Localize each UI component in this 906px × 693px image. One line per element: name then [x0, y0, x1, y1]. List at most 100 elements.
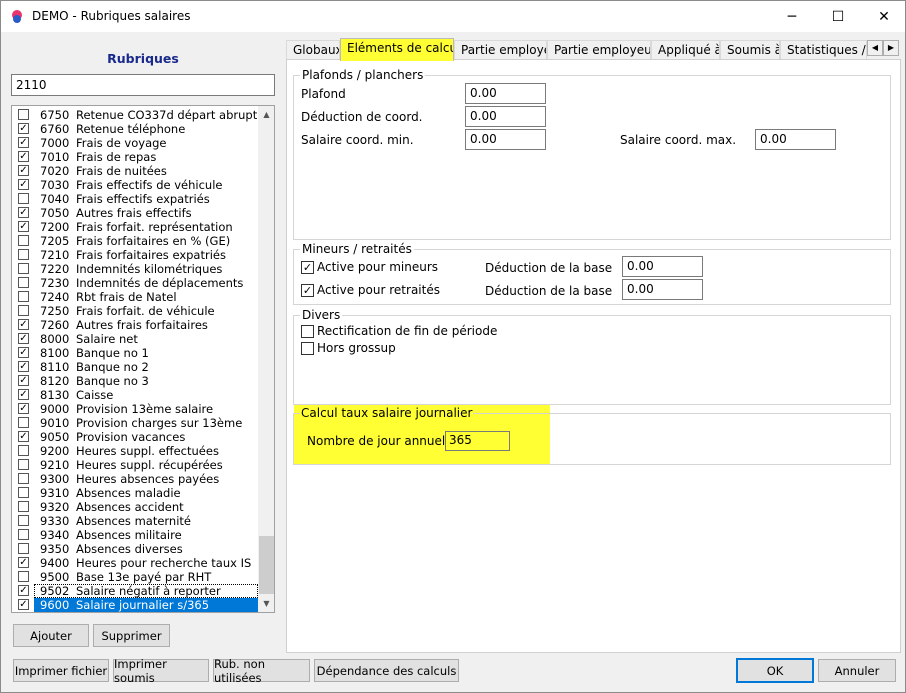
tab-statistiques[interactable]: Statistiques / C: [780, 40, 867, 60]
list-item[interactable]: 9300 Heures absences payées: [12, 472, 258, 486]
list-item[interactable]: ✓ 7020 Frais de nuitées: [12, 164, 258, 178]
item-checkbox[interactable]: [18, 277, 29, 288]
retraites-checkbox[interactable]: ✓: [301, 284, 314, 297]
plafond-field[interactable]: 0.00: [465, 83, 546, 104]
print-soumis-button[interactable]: Imprimer soumis: [113, 657, 209, 685]
item-checkbox[interactable]: ✓: [18, 389, 29, 400]
list-item[interactable]: 9500 Base 13e payé par RHT: [12, 570, 258, 584]
list-item[interactable]: ✓ 9000 Provision 13ème salaire: [12, 402, 258, 416]
item-checkbox[interactable]: [18, 501, 29, 512]
tab-elements-de-calcul[interactable]: Eléments de calcul: [340, 38, 454, 61]
list-item[interactable]: 9350 Absences diverses: [12, 542, 258, 556]
item-checkbox[interactable]: ✓: [18, 123, 29, 134]
rubrique-list[interactable]: 6750 Retenue CO337d départ abrupt ✓ 6760 Ret…: [11, 105, 275, 613]
tab-applique-a[interactable]: Appliqué à: [651, 40, 720, 60]
list-item[interactable]: ✓ 9050 Provision vacances: [12, 430, 258, 444]
item-checkbox[interactable]: [18, 515, 29, 526]
list-item[interactable]: 9320 Absences accident: [12, 500, 258, 514]
list-item[interactable]: 9210 Heures suppl. récupérées: [12, 458, 258, 472]
list-item[interactable]: 7220 Indemnités kilométriques: [12, 262, 258, 276]
item-checkbox[interactable]: ✓: [18, 375, 29, 386]
list-item[interactable]: ✓ 7200 Frais forfait. représentation: [12, 220, 258, 234]
list-item[interactable]: 9330 Absences maternité: [12, 514, 258, 528]
item-checkbox[interactable]: [18, 487, 29, 498]
item-checkbox[interactable]: ✓: [18, 221, 29, 232]
list-item[interactable]: 7210 Frais forfaitaires expatriés: [12, 248, 258, 262]
item-checkbox[interactable]: [18, 263, 29, 274]
salaire-coord-min-field[interactable]: 0.00: [465, 129, 546, 150]
list-item[interactable]: ✓ 9400 Heures pour recherche taux IS: [12, 556, 258, 570]
minimize-button[interactable]: ─: [769, 1, 815, 32]
list-item[interactable]: ✓ 7000 Frais de voyage: [12, 136, 258, 150]
list-item[interactable]: 7230 Indemnités de déplacements: [12, 276, 258, 290]
list-item[interactable]: 7240 Rbt frais de Natel: [12, 290, 258, 304]
list-item[interactable]: 9010 Provision charges sur 13ème: [12, 416, 258, 430]
add-button[interactable]: Ajouter: [13, 624, 89, 647]
item-checkbox[interactable]: ✓: [18, 137, 29, 148]
item-checkbox[interactable]: ✓: [18, 557, 29, 568]
item-checkbox[interactable]: ✓: [18, 207, 29, 218]
item-checkbox[interactable]: ✓: [18, 165, 29, 176]
retraites-deduction-field[interactable]: 0.00: [622, 279, 703, 300]
item-checkbox[interactable]: [18, 529, 29, 540]
deduction-coord-field[interactable]: 0.00: [465, 106, 546, 127]
list-item[interactable]: ✓ 8100 Banque no 1: [12, 346, 258, 360]
list-item[interactable]: 7040 Frais effectifs expatriés: [12, 192, 258, 206]
tab-globaux[interactable]: Globaux: [286, 40, 340, 60]
print-file-button[interactable]: Imprimer fichier: [13, 659, 109, 682]
tab-scroll-right-icon[interactable]: ▶: [883, 40, 899, 56]
item-checkbox[interactable]: ✓: [18, 319, 29, 330]
item-checkbox[interactable]: ✓: [18, 361, 29, 372]
dependance-calculs-button[interactable]: Dépendance des calculs: [314, 659, 459, 682]
salaire-coord-max-field[interactable]: 0.00: [755, 129, 836, 150]
item-checkbox[interactable]: [18, 543, 29, 554]
list-item[interactable]: 9600 Salaire journalier s/365: [34, 598, 258, 612]
list-scrollbar[interactable]: ▲ ▼: [258, 106, 274, 612]
list-item[interactable]: 9502 Salaire négatif à reporter: [34, 584, 258, 598]
item-checkbox[interactable]: ✓: [18, 151, 29, 162]
list-item[interactable]: ✓ 8000 Salaire net: [12, 332, 258, 346]
list-item[interactable]: 7250 Frais forfait. de véhicule: [12, 304, 258, 318]
list-item[interactable]: 9310 Absences maladie: [12, 486, 258, 500]
list-item[interactable]: ✓ 8130 Caisse: [12, 388, 258, 402]
item-checkbox[interactable]: [18, 417, 29, 428]
delete-button[interactable]: Supprimer: [93, 624, 170, 647]
item-checkbox[interactable]: ✓: [18, 431, 29, 442]
scroll-up-icon[interactable]: ▲: [258, 106, 274, 123]
tab-scroll-left-icon[interactable]: ◀: [867, 40, 883, 56]
tab-partie-employeur[interactable]: Partie employeur: [547, 40, 651, 60]
item-checkbox[interactable]: [18, 235, 29, 246]
list-item[interactable]: ✓ 7030 Frais effectifs de véhicule: [12, 178, 258, 192]
close-button[interactable]: ✕: [861, 1, 906, 32]
item-checkbox[interactable]: [18, 109, 29, 120]
item-checkbox[interactable]: [18, 291, 29, 302]
item-checkbox[interactable]: [18, 193, 29, 204]
rubrique-search-input[interactable]: 2110: [11, 74, 275, 96]
ok-button[interactable]: OK: [736, 658, 814, 683]
unused-rubriques-button[interactable]: Rub. non utilisées: [213, 657, 310, 685]
item-checkbox[interactable]: ✓: [18, 585, 29, 596]
item-checkbox[interactable]: [18, 459, 29, 470]
item-checkbox[interactable]: ✓: [18, 599, 29, 610]
list-item[interactable]: ✓ 6760 Retenue téléphone: [12, 122, 258, 136]
maximize-button[interactable]: ☐: [815, 1, 861, 32]
item-checkbox[interactable]: [18, 249, 29, 260]
list-item[interactable]: 6750 Retenue CO337d départ abrupt: [12, 108, 258, 122]
item-checkbox[interactable]: [18, 305, 29, 316]
mineurs-checkbox[interactable]: ✓: [301, 261, 314, 274]
item-checkbox[interactable]: ✓: [18, 333, 29, 344]
jours-annuel-field[interactable]: 365: [445, 431, 510, 451]
list-item[interactable]: 9340 Absences militaire: [12, 528, 258, 542]
item-checkbox[interactable]: [18, 445, 29, 456]
list-item[interactable]: ✓ 7010 Frais de repas: [12, 150, 258, 164]
list-item[interactable]: ✓ 8110 Banque no 2: [12, 360, 258, 374]
cancel-button[interactable]: Annuler: [818, 659, 896, 682]
scroll-down-icon[interactable]: ▼: [258, 595, 274, 612]
rectification-checkbox[interactable]: [301, 325, 314, 338]
tab-partie-employe[interactable]: Partie employé: [454, 40, 547, 60]
item-checkbox[interactable]: ✓: [18, 403, 29, 414]
list-item[interactable]: ✓ 7260 Autres frais forfaitaires: [12, 318, 258, 332]
item-checkbox[interactable]: ✓: [18, 347, 29, 358]
item-checkbox[interactable]: [18, 473, 29, 484]
list-item[interactable]: 7205 Frais forfaitaires en % (GE): [12, 234, 258, 248]
